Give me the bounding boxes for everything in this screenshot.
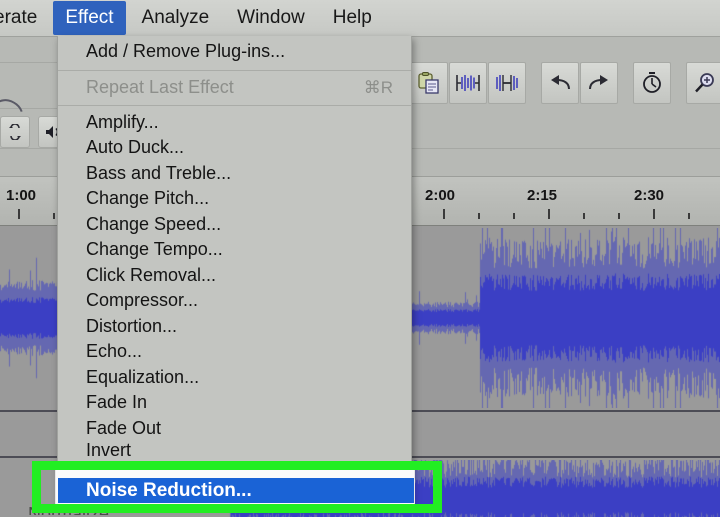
menu-item-change-tempo[interactable]: Change Tempo... [58, 237, 411, 263]
ruler-tick [443, 209, 445, 219]
menu-bar-item-generate[interactable]: erate [0, 1, 49, 35]
menu-item-repeat-last-effect: Repeat Last Effect ⌘R [58, 75, 411, 101]
trim-audio-icon[interactable] [449, 62, 487, 104]
ruler-tick [478, 213, 480, 219]
menu-item-fade-in[interactable]: Fade In [58, 390, 411, 416]
edit-toolbar [410, 60, 720, 106]
menu-separator [58, 104, 411, 106]
ruler-tick [688, 213, 690, 219]
zoom-toggle-icon[interactable] [633, 62, 671, 104]
menu-item-change-speed[interactable]: Change Speed... [58, 212, 411, 238]
menu-bar-item-analyze[interactable]: Analyze [130, 1, 222, 35]
menu-item-add-remove-plugins[interactable]: Add / Remove Plug-ins... [58, 36, 411, 66]
undo-icon[interactable] [541, 62, 579, 104]
menu-bar-item-effect[interactable]: Effect [53, 1, 126, 35]
menu-item-normalize-clipped[interactable]: Normalize... [28, 505, 124, 515]
zoom-in-icon[interactable] [686, 62, 720, 104]
menu-item-equalization[interactable]: Equalization... [58, 365, 411, 391]
ruler-tick [18, 209, 20, 219]
menu-item-amplify[interactable]: Amplify... [58, 110, 411, 136]
toolbar-spacer-2 [619, 63, 633, 103]
audacity-window: 1:00 2:00 2:15 2:30 Add / Remove Plug-in… [0, 0, 720, 517]
ruler-label-1: 1:00 [6, 187, 37, 204]
ruler-tick [618, 213, 620, 219]
menu-bar-item-window[interactable]: Window [225, 1, 317, 35]
menu-item-compressor[interactable]: Compressor... [58, 288, 411, 314]
menu-item-change-pitch[interactable]: Change Pitch... [58, 186, 411, 212]
menu-item-echo[interactable]: Echo... [58, 339, 411, 365]
redo-icon[interactable] [580, 62, 618, 104]
ruler-tick [513, 213, 515, 219]
menu-item-fade-out[interactable]: Fade Out [58, 416, 411, 442]
ruler-tick [653, 209, 655, 219]
noise-reduction-label[interactable]: Noise Reduction... [58, 478, 414, 503]
silence-audio-icon[interactable] [488, 62, 526, 104]
ruler-label-3: 2:15 [527, 187, 558, 204]
ruler-tick [53, 213, 55, 219]
ruler-label-4: 2:30 [634, 187, 665, 204]
toolbar-spacer-3 [672, 63, 686, 103]
menu-bar: erate Effect Analyze Window Help [0, 0, 720, 37]
ruler-tick [548, 209, 550, 219]
menu-item-invert[interactable]: Invert [58, 441, 411, 459]
menu-separator [58, 70, 411, 71]
menu-item-auto-duck[interactable]: Auto Duck... [58, 135, 411, 161]
effect-dropdown-menu[interactable]: Add / Remove Plug-ins... Repeat Last Eff… [57, 36, 412, 504]
ruler-label-2: 2:00 [425, 187, 456, 204]
noise-reduction-menu-item[interactable]: Noise Reduction... [55, 469, 415, 505]
menu-item-click-removal[interactable]: Click Removal... [58, 263, 411, 289]
paste-icon[interactable] [410, 62, 448, 104]
menu-bar-item-help[interactable]: Help [321, 1, 384, 35]
menu-item-bass-and-treble[interactable]: Bass and Treble... [58, 161, 411, 187]
menu-item-shortcut: ⌘R [363, 78, 393, 97]
menu-item-label: Repeat Last Effect [86, 77, 234, 97]
menu-item-distortion[interactable]: Distortion... [58, 314, 411, 340]
ruler-tick [583, 213, 585, 219]
